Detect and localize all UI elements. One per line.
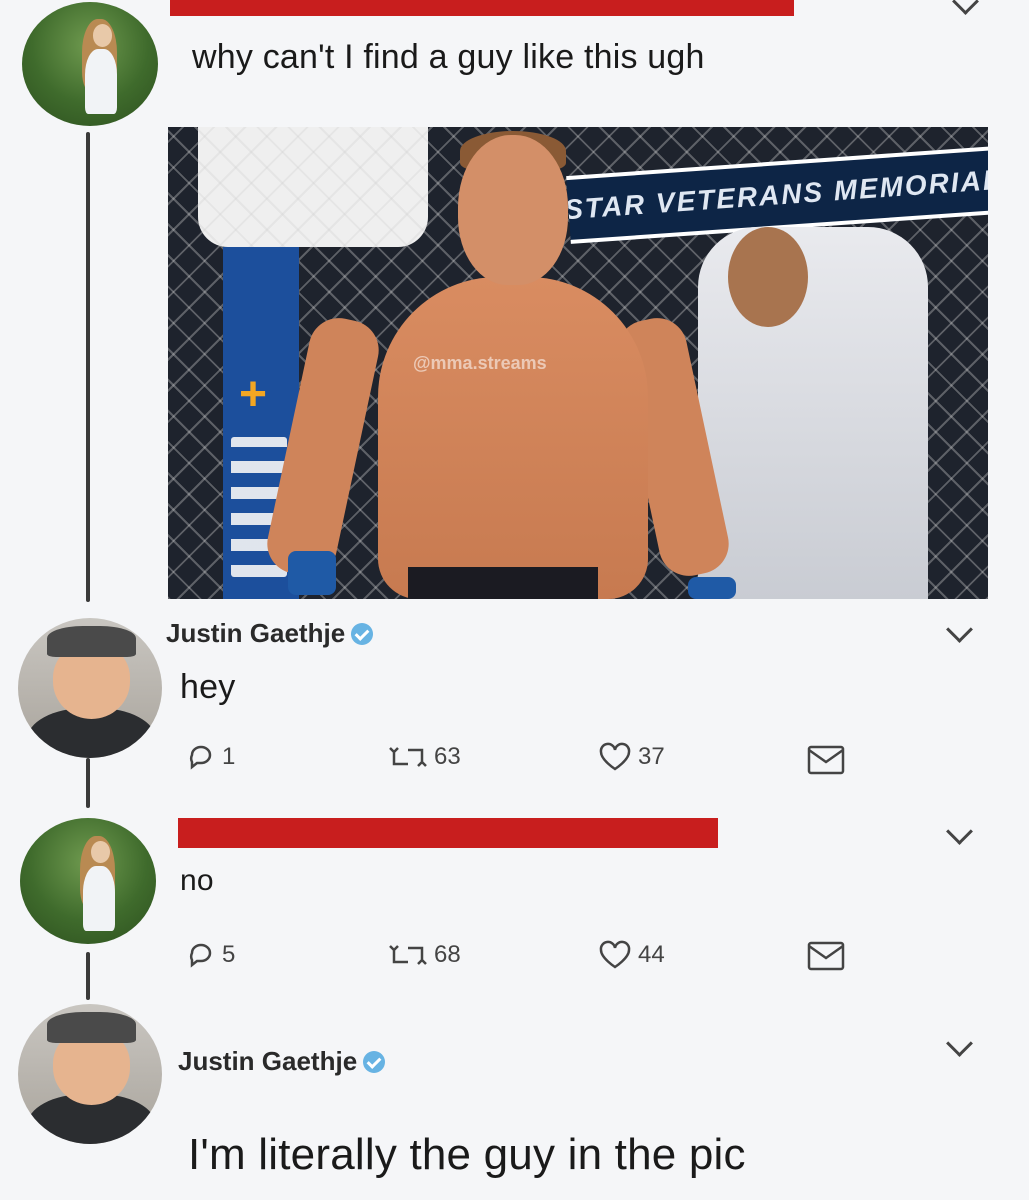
verified-badge-icon — [351, 622, 374, 645]
dm-icon — [807, 941, 845, 971]
retweet-icon — [389, 747, 427, 767]
verified-badge-icon — [363, 1050, 386, 1073]
avatar[interactable] — [18, 618, 162, 758]
avatar[interactable] — [20, 818, 156, 944]
like-icon — [599, 742, 631, 771]
chevron-down-icon[interactable] — [946, 818, 973, 845]
tweet-image[interactable]: STAR VETERANS MEMORIAL + @mma.streams — [168, 127, 988, 599]
tweet-text: I'm literally the guy in the pic — [188, 1130, 746, 1179]
tweet-text: why can't I find a guy like this ugh — [192, 38, 705, 76]
retweet-icon — [389, 945, 427, 965]
like-icon — [599, 940, 631, 969]
reply-icon — [189, 745, 212, 770]
like-button[interactable]: 44 — [598, 940, 665, 970]
reply-icon — [189, 943, 212, 968]
image-watermark: @mma.streams — [413, 353, 547, 373]
reply-button[interactable]: 1 — [186, 742, 235, 772]
thread-line — [86, 758, 90, 808]
chevron-down-icon[interactable] — [952, 0, 979, 15]
retweet-button[interactable]: 63 — [388, 742, 461, 772]
redacted-username — [170, 0, 794, 16]
author-name[interactable]: Justin Gaethje — [178, 1046, 386, 1077]
chevron-down-icon[interactable] — [946, 616, 973, 643]
redacted-username — [178, 818, 718, 848]
tweet-text: hey — [180, 668, 236, 706]
dm-icon — [807, 745, 845, 775]
thread-line — [86, 132, 90, 602]
avatar[interactable] — [22, 2, 158, 126]
thread-line — [86, 952, 90, 1000]
dm-button[interactable] — [806, 940, 846, 972]
avatar[interactable] — [18, 1004, 162, 1144]
dm-button[interactable] — [806, 744, 846, 776]
reply-button[interactable]: 5 — [186, 940, 235, 970]
chevron-down-icon[interactable] — [946, 1030, 973, 1057]
like-button[interactable]: 37 — [598, 742, 665, 772]
retweet-button[interactable]: 68 — [388, 940, 461, 970]
author-name[interactable]: Justin Gaethje — [166, 618, 374, 649]
tweet-text: no — [180, 864, 214, 897]
